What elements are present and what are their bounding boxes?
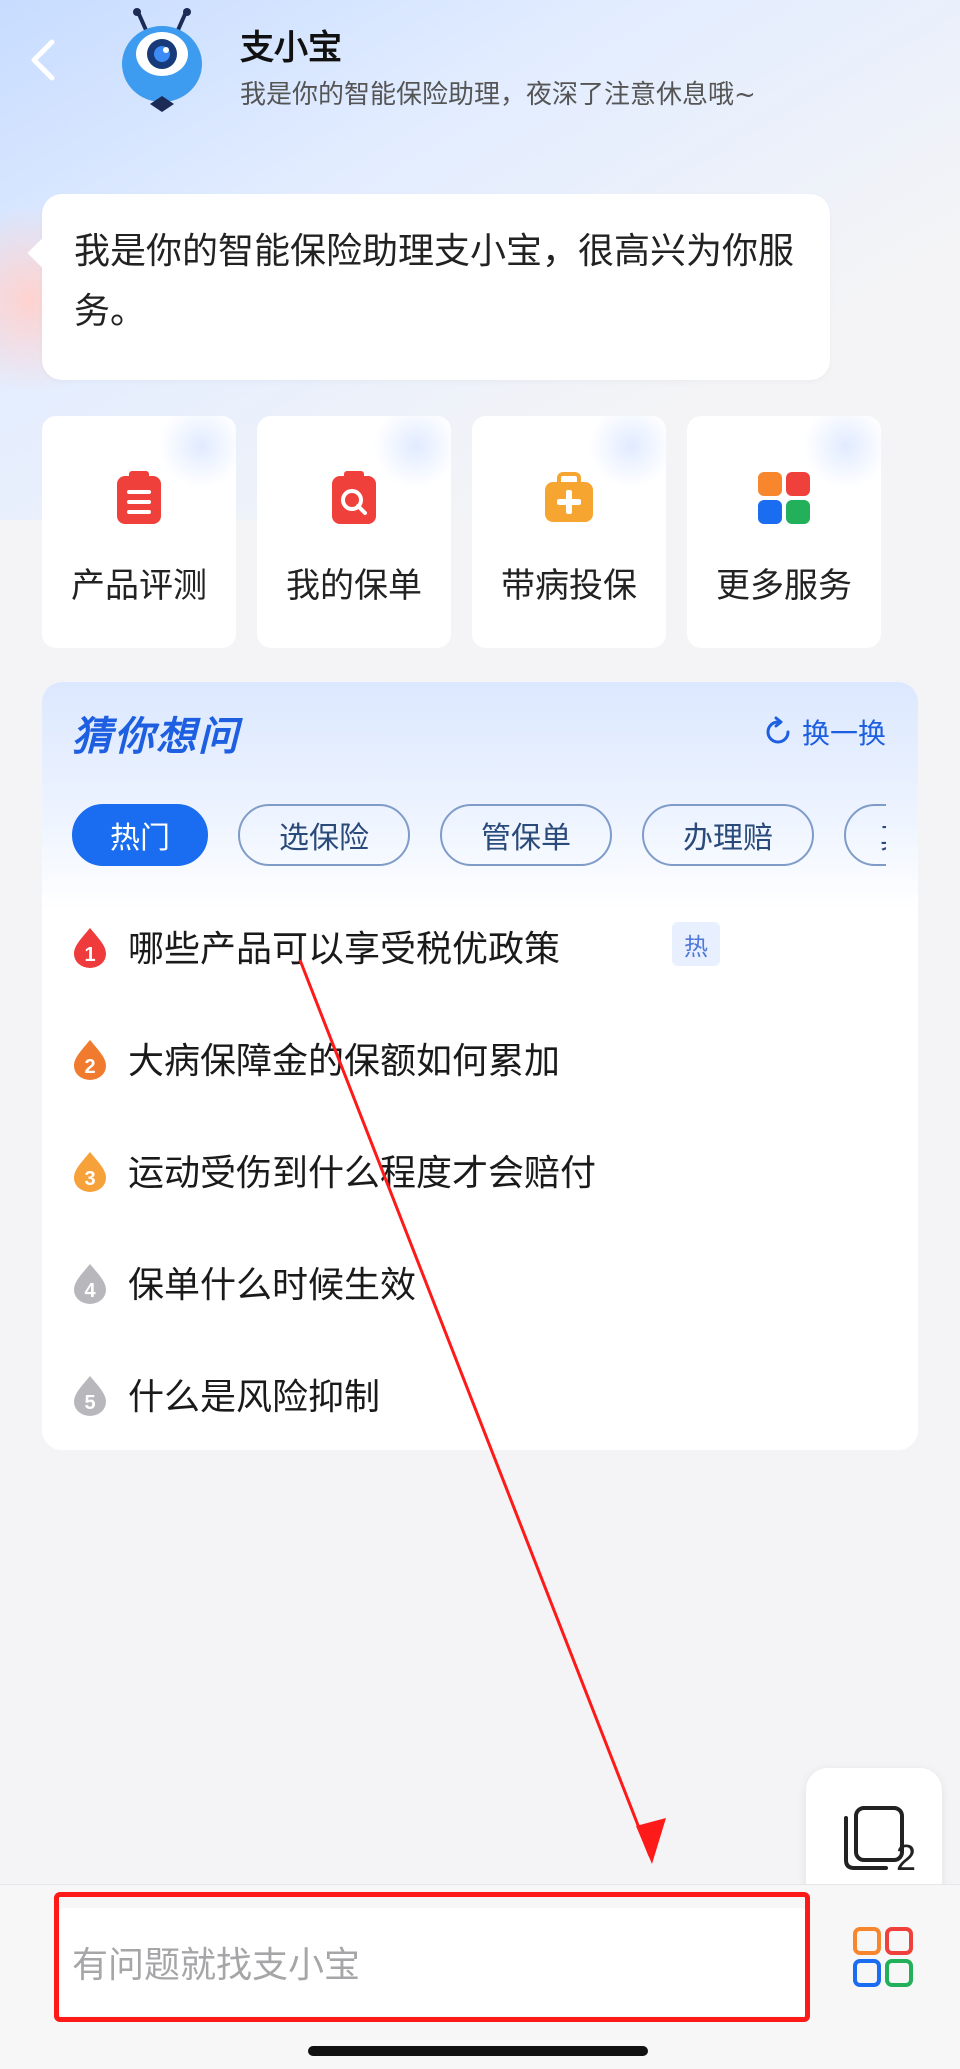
- tab-choose-insurance[interactable]: 选保险: [238, 804, 410, 866]
- more-services-grid-icon: [758, 472, 810, 524]
- medical-kit-icon: [545, 472, 593, 522]
- assistant-subtitle: 我是你的智能保险助理，夜深了注意休息哦~: [240, 80, 756, 110]
- question-text: 什么是风险抑制: [128, 1377, 381, 1418]
- refresh-icon: [766, 716, 790, 744]
- chevron-left-icon: [31, 39, 55, 81]
- rank-badge-icon: 1: [74, 928, 106, 968]
- rank-badge-icon: 5: [74, 1376, 106, 1416]
- question-item[interactable]: 4 保单什么时候生效: [72, 1246, 892, 1316]
- refresh-button[interactable]: 换一换: [762, 712, 886, 752]
- question-item[interactable]: 1 哪些产品可以享受税优政策 热: [72, 910, 892, 980]
- assistant-name: 支小宝: [240, 28, 342, 68]
- question-text: 大病保障金的保额如何累加: [128, 1041, 561, 1082]
- suggested-questions-card: 猜你想问 换一换 热门 选保险 管保单 办理赔 其 1 哪些产品可以享受税优政策…: [42, 682, 918, 1450]
- count-badge: 2: [896, 1837, 916, 1878]
- back-button[interactable]: [22, 34, 66, 86]
- shortcut-label: 更多服务: [716, 566, 852, 606]
- hot-badge: 热: [672, 922, 720, 966]
- rank-number: 3: [84, 1168, 95, 1190]
- shortcut-more-services[interactable]: 更多服务: [687, 416, 881, 648]
- rank-number: 1: [84, 944, 95, 966]
- rank-number: 4: [84, 1280, 96, 1302]
- shortcut-my-policy[interactable]: 我的保单: [257, 416, 451, 648]
- header: 支小宝 我是你的智能保险助理，夜深了注意休息哦~: [0, 0, 960, 150]
- shortcut-label: 带病投保: [501, 566, 637, 606]
- question-text: 哪些产品可以享受税优政策: [128, 929, 561, 970]
- avatar: [112, 8, 212, 116]
- home-indicator: [308, 2046, 648, 2056]
- shortcut-label: 我的保单: [286, 566, 422, 606]
- question-item[interactable]: 3 运动受伤到什么程度才会赔付: [72, 1134, 892, 1204]
- app-grid-icon: [853, 1927, 913, 1987]
- question-item[interactable]: 2 大病保障金的保额如何累加: [72, 1022, 892, 1092]
- robot-mascot-icon: [122, 8, 202, 112]
- tab-other[interactable]: 其: [844, 804, 886, 866]
- category-tabs: 热门 选保险 管保单 办理赔 其: [72, 804, 886, 870]
- policy-search-icon: [332, 471, 376, 524]
- shortcut-insure-with-illness[interactable]: 带病投保: [472, 416, 666, 648]
- rank-number: 5: [84, 1392, 95, 1414]
- tab-hot[interactable]: 热门: [72, 804, 208, 866]
- card-title: 猜你想问: [72, 714, 240, 760]
- rank-number: 2: [84, 1056, 95, 1078]
- rank-badge-icon: 4: [74, 1264, 106, 1304]
- refresh-label: 换一换: [801, 717, 886, 750]
- shortcut-product-review[interactable]: 产品评测: [42, 416, 236, 648]
- shortcut-label: 产品评测: [71, 566, 207, 606]
- tab-manage-policy[interactable]: 管保单: [440, 804, 612, 866]
- greeting-message: 我是你的智能保险助理支小宝，很高兴为你服务。: [42, 194, 830, 380]
- clipboard-list-icon: [117, 471, 161, 524]
- question-text: 运动受伤到什么程度才会赔付: [128, 1153, 597, 1194]
- rank-badge-icon: 3: [74, 1152, 106, 1192]
- apps-menu-button[interactable]: [852, 1926, 914, 1988]
- tab-claims[interactable]: 办理赔: [642, 804, 814, 866]
- question-item[interactable]: 5 什么是风险抑制: [72, 1358, 892, 1428]
- annotation-highlight-box: [54, 1892, 810, 2022]
- rank-badge-icon: 2: [74, 1040, 106, 1080]
- question-text: 保单什么时候生效: [128, 1265, 417, 1306]
